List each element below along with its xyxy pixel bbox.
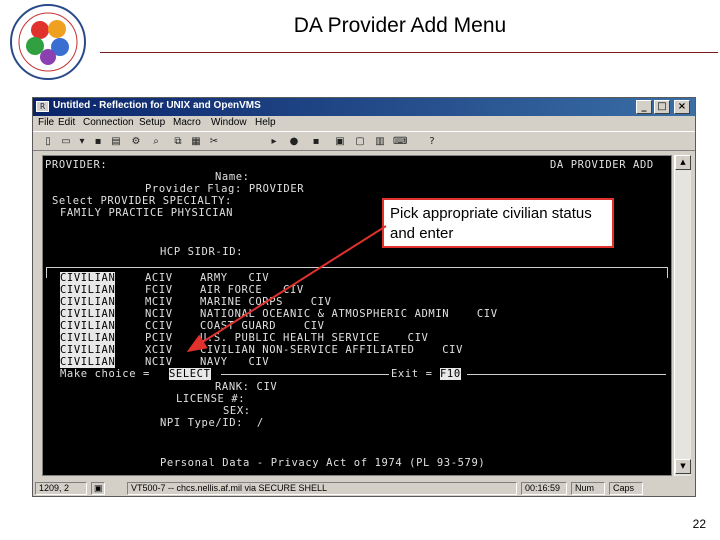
help-icon[interactable]: ?	[425, 135, 439, 148]
conference-logo	[10, 4, 86, 80]
status-row-6-name[interactable]: CIVILIAN	[60, 332, 116, 344]
status-row-4-name[interactable]: CIVILIAN	[60, 308, 116, 320]
paste-icon[interactable]: ▦	[189, 135, 203, 148]
maximize-button[interactable]: □	[654, 100, 670, 114]
print-icon[interactable]: ▤	[109, 135, 123, 148]
terminal-icon[interactable]: ▣	[333, 135, 347, 148]
menu-bar: File Edit Connection Setup Macro Window …	[33, 116, 695, 130]
window-title: Untitled - Reflection for UNIX and OpenV…	[53, 100, 261, 111]
screen-title: DA PROVIDER ADD	[550, 159, 654, 171]
status-row-7-code: XCIV	[145, 344, 173, 356]
close-button[interactable]: ×	[674, 100, 690, 114]
record-icon[interactable]: ●	[287, 135, 301, 148]
scroll-up-icon[interactable]: ▲	[675, 155, 691, 170]
cursor-position: 1209, 2	[35, 482, 87, 495]
selection-box-border	[46, 267, 668, 278]
open-folder-icon[interactable]: ▭	[59, 135, 73, 148]
menu-edit[interactable]: Edit	[58, 117, 75, 128]
session-info: VT500-7 -- chcs.nellis.af.mil via SECURE…	[127, 482, 517, 495]
caps-lock-indicator: Caps	[609, 482, 643, 495]
settings-icon[interactable]: ⚙	[129, 135, 143, 148]
npi-line: NPI Type/ID: /	[160, 417, 264, 429]
status-row-8-desc: NAVY CIV	[200, 356, 270, 368]
app-icon: R	[36, 101, 49, 112]
save-icon[interactable]: ▪	[91, 135, 105, 148]
status-row-8-code: NCIV	[145, 356, 173, 368]
slide-title: DA Provider Add Menu	[293, 14, 507, 37]
session-time: 00:16:59	[521, 482, 567, 495]
title-divider	[100, 52, 718, 53]
play-icon[interactable]: ▸	[267, 135, 281, 148]
display-icon[interactable]: ▥	[373, 135, 387, 148]
scroll-down-icon[interactable]: ▼	[675, 459, 691, 474]
toolbar: ▯ ▭ ▾ ▪ ▤ ⚙ ⌕ ⧉ ▦ ✂ ▸ ● ▪ ▣ ▢ ▥ ⌨ ?	[33, 131, 695, 151]
select-specialty-prompt: Select PROVIDER SPECIALTY:	[52, 195, 232, 207]
dropdown-icon[interactable]: ▾	[75, 135, 89, 148]
page-number: 22	[692, 517, 706, 531]
copy-icon[interactable]: ⧉	[171, 135, 185, 148]
minimize-button[interactable]: _	[636, 100, 652, 114]
provider-flag-line: Provider Flag: PROVIDER	[145, 183, 305, 195]
reflection-window: R Untitled - Reflection for UNIX and Ope…	[32, 97, 696, 497]
vertical-scrollbar[interactable]: ▲ ▼	[674, 155, 691, 476]
window-titlebar[interactable]: R Untitled - Reflection for UNIX and Ope…	[33, 98, 695, 116]
menu-connection[interactable]: Connection	[83, 117, 134, 128]
exit-key[interactable]: F10	[440, 368, 461, 380]
rank-line: RANK: CIV	[215, 381, 278, 393]
status-row-3-code: MCIV	[145, 296, 173, 308]
status-row-2-name[interactable]: CIVILIAN	[60, 284, 116, 296]
chat-icon[interactable]: ▢	[353, 135, 367, 148]
provider-label: PROVIDER:	[45, 159, 108, 171]
status-row-3-name[interactable]: CIVILIAN	[60, 296, 116, 308]
name-label: Name:	[215, 171, 250, 183]
status-row-7-name[interactable]: CIVILIAN	[60, 344, 116, 356]
menu-setup[interactable]: Setup	[139, 117, 165, 128]
status-bar: 1209, 2 ▣ VT500-7 -- chcs.nellis.af.mil …	[33, 481, 695, 496]
status-row-4-desc: NATIONAL OCEANIC & ATMOSPHERIC ADMIN CIV	[200, 308, 498, 320]
stop-icon[interactable]: ▪	[309, 135, 323, 148]
status-row-5-desc: COAST GUARD CIV	[200, 320, 325, 332]
status-row-1-name[interactable]: CIVILIAN	[60, 272, 116, 284]
specialty-value: FAMILY PRACTICE PHYSICIAN	[60, 207, 234, 219]
exit-line-divider	[467, 374, 666, 375]
status-row-7-desc: CIVILIAN NON-SERVICE AFFILIATED CIV	[200, 344, 464, 356]
lock-icon: ▣	[91, 482, 105, 495]
find-icon[interactable]: ⌕	[149, 135, 163, 148]
privacy-act-line: Personal Data - Privacy Act of 1974 (PL …	[160, 457, 486, 469]
status-row-1-desc: ARMY CIV	[200, 272, 270, 284]
status-row-2-desc: AIR FORCE CIV	[200, 284, 304, 296]
status-row-5-code: CCIV	[145, 320, 173, 332]
new-file-icon[interactable]: ▯	[41, 135, 55, 148]
license-label: LICENSE #:	[176, 393, 246, 405]
num-lock-indicator: Num	[571, 482, 605, 495]
menu-help[interactable]: Help	[255, 117, 276, 128]
status-row-6-desc: U.S. PUBLIC HEALTH SERVICE CIV	[200, 332, 429, 344]
sex-label: SEX:	[223, 405, 251, 417]
status-row-1-code: ACIV	[145, 272, 173, 284]
status-row-4-code: NCIV	[145, 308, 173, 320]
annotation-callout: Pick appropriate civilian status and ent…	[382, 198, 614, 248]
status-row-5-name[interactable]: CIVILIAN	[60, 320, 116, 332]
choice-line-divider	[221, 374, 389, 375]
keyboard-icon[interactable]: ⌨	[393, 135, 407, 148]
exit-label: Exit =	[391, 368, 433, 380]
cut-icon[interactable]: ✂	[207, 135, 221, 148]
hcp-sidr-label: HCP SIDR-ID:	[160, 246, 244, 258]
status-row-8-name[interactable]: CIVILIAN	[60, 356, 116, 368]
status-row-3-desc: MARINE CORPS CIV	[200, 296, 332, 308]
make-choice-input[interactable]: SELECT	[169, 368, 211, 380]
menu-window[interactable]: Window	[211, 117, 247, 128]
make-choice-label: Make choice =	[60, 368, 150, 380]
menu-macro[interactable]: Macro	[173, 117, 201, 128]
menu-file[interactable]: File	[38, 117, 54, 128]
status-row-2-code: FCIV	[145, 284, 173, 296]
status-row-6-code: PCIV	[145, 332, 173, 344]
